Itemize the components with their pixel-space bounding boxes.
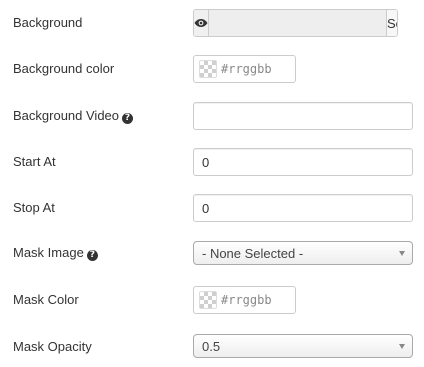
background-label: Background [13,15,83,30]
background-color-field [193,55,296,83]
color-swatch[interactable] [199,291,217,309]
row-start-at: Start At [0,147,424,177]
background-video-label-wrap: Background Video? [13,108,134,124]
background-video-label: Background Video [13,108,120,123]
row-background-color: Background color [0,54,424,84]
start-at-label: Start At [13,154,56,169]
mask-image-select[interactable]: - None Selected - [193,241,413,265]
background-video-input[interactable] [193,102,413,130]
question-circle-icon[interactable]: ? [122,113,134,124]
caret-down-icon [399,251,405,256]
mask-color-label: Mask Color [13,292,79,307]
caret-down-icon [399,344,405,349]
mask-image-label-wrap: Mask Image? [13,245,98,261]
media-select-button[interactable]: Select [386,10,397,36]
row-mask-image: Mask Image? - None Selected - [0,240,424,268]
mask-image-label: Mask Image [13,245,84,260]
stop-at-input[interactable] [193,194,413,222]
background-color-label: Background color [13,61,115,76]
question-circle-icon[interactable]: ? [86,250,98,261]
background-path-input[interactable] [209,10,386,36]
mask-opacity-label: Mask Opacity [13,339,92,354]
eye-icon [194,19,208,27]
mask-opacity-select[interactable]: 0.5 [193,334,413,358]
stop-at-label: Stop At [13,200,55,215]
mask-image-selected-value: - None Selected - [202,245,304,261]
row-background-video: Background Video? [0,101,424,131]
row-background: Background Select [0,8,424,38]
mask-color-input[interactable] [221,293,291,307]
start-at-input[interactable] [193,148,413,176]
mask-color-field [193,286,296,314]
row-mask-opacity: Mask Opacity 0.5 [0,333,424,361]
background-color-input[interactable] [221,62,291,76]
row-mask-color: Mask Color [0,285,424,315]
mask-opacity-selected-value: 0.5 [202,338,221,354]
background-media-field: Select [193,9,398,37]
row-stop-at: Stop At [0,193,424,223]
color-swatch[interactable] [199,60,217,78]
media-preview-button[interactable] [194,10,209,36]
